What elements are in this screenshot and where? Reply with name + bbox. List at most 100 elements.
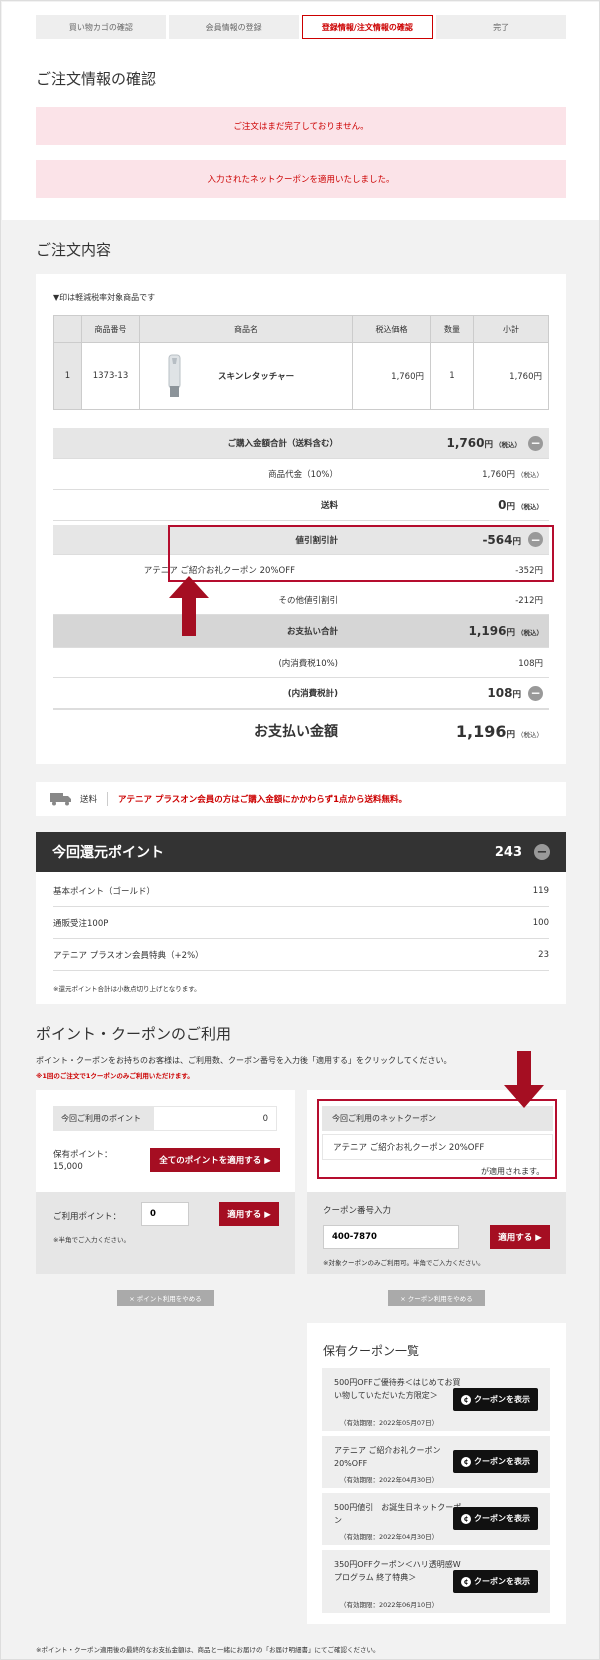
arrow-up-icon — [169, 576, 209, 636]
alert-not-complete: ご注文はまだ完了しておりません。 — [36, 107, 566, 145]
coupon-name: 500円値引 お誕生日ネットクーポン — [334, 1503, 462, 1525]
use-description: ポイント・クーポンをお持ちのお客様は、ご利用数、クーポン番号を入力後「適用する」… — [36, 1056, 452, 1065]
collapse-icon[interactable]: − — [534, 844, 550, 860]
purchase-total-row: ご購入金額合計（送料含む） 1,760円 （税込） − — [53, 428, 549, 459]
tax-total-value: 108 — [487, 686, 513, 700]
row-code: 1373-13 — [81, 342, 140, 410]
row-product: スキンレタッチャー — [139, 342, 353, 410]
use-point-label: ご利用ポイント： — [53, 1212, 122, 1222]
product-image[interactable] — [160, 352, 190, 400]
step-member: 会員情報の登録 — [168, 15, 299, 39]
table-header-row: 商品番号 商品名 税込価格 数量 小計 — [53, 315, 549, 343]
row-price: 1,760円 — [352, 342, 431, 410]
col-name: 商品名 — [139, 315, 353, 343]
alert-coupon-applied: 入力されたネットクーポンを適用いたしました。 — [36, 160, 566, 198]
shipping-info-bar: 送料 アテニア プラスオン会員の方はご購入金額にかかわらず1点から送料無料。 — [36, 782, 566, 816]
coupon-icon: ¢ — [461, 1394, 471, 1405]
coupon-name: 500円OFFご優待券＜はじめてお買い物していただいた方限定＞ — [334, 1378, 461, 1400]
coupon-name: 350円OFFクーポン＜ハリ透明感Wプログラム 終了特典＞ — [334, 1560, 461, 1582]
coupon-date: （有効期限：2022年04月30日） — [340, 1476, 439, 1484]
points-total: 243 — [494, 844, 522, 860]
tax10-value: 108円 — [518, 658, 543, 669]
goods-row: 商品代金（10%） 1,760円 （税込） — [53, 459, 549, 490]
row-qty: 1 — [430, 342, 474, 410]
pay-total-value: 1,196 — [468, 624, 507, 638]
use-title: ポイント・クーポンのご利用 — [36, 1025, 232, 1043]
other-discount-value: -212円 — [515, 595, 543, 606]
half-width-note: ※半角でご入力ください。 — [53, 1236, 130, 1244]
order-table: 商品番号 商品名 税込価格 数量 小計 1 1373-13 スキンレタッチャー … — [53, 315, 549, 410]
page-title: ご注文情報の確認 — [36, 70, 157, 88]
use-point-input[interactable] — [141, 1202, 189, 1226]
held-point-value: 15,000 — [53, 1162, 83, 1172]
amount-value: 1,196 — [455, 721, 507, 741]
page-frame: 買い物カゴの確認 会員情報の登録 登録情報/注文情報の確認 完了 ご注文情報の確… — [0, 0, 600, 1660]
pay-total-row: お支払い合計 1,196円 （税込） — [53, 615, 549, 648]
coupon-icon: ¢ — [461, 1456, 471, 1467]
held-point-label: 保有ポイント： — [53, 1150, 113, 1160]
current-point-value: 0 — [153, 1106, 277, 1131]
coupon-date: （有効期限：2022年06月10日） — [340, 1601, 439, 1609]
apply-coupon-button[interactable]: 適用する ▶ — [490, 1225, 550, 1249]
highlight-box-coupon — [317, 1099, 557, 1179]
collapse-icon[interactable]: − — [528, 685, 543, 701]
row-index: 1 — [53, 342, 82, 410]
truck-icon — [50, 793, 71, 806]
tax-note: ▼印は軽減税率対象商品です — [53, 293, 156, 302]
other-discount-row: その他値引割引 -212円 — [53, 585, 549, 615]
tax10-row: (内消費税10%) 108円 — [53, 648, 549, 678]
shipping-row: 送料 0円 （税込） — [53, 490, 549, 521]
held-coupons-title: 保有クーポン一覧 — [323, 1344, 420, 1358]
coupon-input-note: ※対象クーポンのみご利用可。半角でご入力ください。 — [323, 1259, 485, 1267]
highlight-box-discount — [168, 525, 554, 582]
points-title: 今回還元ポイント — [52, 845, 164, 861]
purchase-total-value: 1,760 — [446, 436, 485, 450]
stop-coupon-button[interactable]: × クーポン利用をやめる — [388, 1290, 485, 1306]
col-code: 商品番号 — [81, 315, 140, 343]
coupon-input-label: クーポン番号入力 — [323, 1206, 392, 1216]
stop-point-button[interactable]: × ポイント利用をやめる — [117, 1290, 214, 1306]
goods-value: 1,760円 — [482, 470, 515, 480]
product-name[interactable]: スキンレタッチャー — [218, 370, 294, 382]
row-subtotal: 1,760円 — [473, 342, 549, 410]
use-warning: ※1回のご注文で1クーポンのみご利用いただけます。 — [36, 1072, 194, 1080]
apply-all-points-button[interactable]: 全てのポイントを適用する ▶ — [150, 1148, 280, 1172]
col-qty: 数量 — [430, 315, 474, 343]
coupon-date: （有効期限：2022年05月07日） — [340, 1419, 439, 1427]
shipping-free-text: アテニア プラスオン会員の方はご購入金額にかかわらず1点から送料無料。 — [118, 795, 408, 805]
coupon-item: アテニア ご紹介お礼クーポン 20%OFF （有効期限：2022年04月30日）… — [322, 1436, 550, 1488]
show-coupon-button[interactable]: ¢ クーポンを表示 — [453, 1570, 538, 1593]
col-price: 税込価格 — [352, 315, 431, 343]
list-item: アテニア プラスオン会員特典（+2%） 23 — [53, 939, 549, 971]
col-subtotal: 小計 — [473, 315, 549, 343]
coupon-item: 500円OFFご優待券＜はじめてお買い物していただいた方限定＞ （有効期限：20… — [322, 1368, 550, 1431]
list-item: 基本ポイント（ゴールド） 119 — [53, 875, 549, 907]
show-coupon-button[interactable]: ¢ クーポンを表示 — [453, 1388, 538, 1411]
collapse-icon[interactable]: − — [528, 435, 543, 451]
points-note: ※還元ポイント合計は小数点切り上げとなります。 — [53, 985, 201, 993]
coupon-icon: ¢ — [461, 1576, 471, 1587]
footer-note: ※ポイント・クーポン適用後の最終的なお支払金額は、商品と一緒にお届けの「お届け明… — [36, 1646, 380, 1654]
points-header: 今回還元ポイント 243 − — [36, 832, 566, 872]
amount-row: お支払い金額 1,196円 （税込） — [254, 721, 543, 741]
coupon-icon: ¢ — [461, 1513, 471, 1524]
current-point-label: 今回ご利用のポイント — [53, 1106, 153, 1131]
progress-steps: 買い物カゴの確認 会員情報の登録 登録情報/注文情報の確認 完了 — [36, 15, 566, 39]
apply-point-button[interactable]: 適用する ▶ — [219, 1202, 279, 1226]
show-coupon-button[interactable]: ¢ クーポンを表示 — [453, 1450, 538, 1473]
order-title: ご注文内容 — [36, 241, 112, 259]
shipping-label: 送料 — [80, 795, 98, 805]
step-cart: 買い物カゴの確認 — [36, 15, 166, 39]
col-index — [53, 315, 82, 343]
list-item: 通販受注100P 100 — [53, 907, 549, 939]
coupon-number-input[interactable] — [323, 1225, 459, 1249]
coupon-item: 350円OFFクーポン＜ハリ透明感Wプログラム 終了特典＞ （有効期限：2022… — [322, 1550, 550, 1613]
coupon-date: （有効期限：2022年04月30日） — [340, 1533, 439, 1541]
step-complete: 完了 — [436, 15, 566, 39]
arrow-down-icon — [504, 1051, 544, 1108]
coupon-name: アテニア ご紹介お礼クーポン 20%OFF — [334, 1446, 441, 1468]
table-row: 1 1373-13 スキンレタッチャー 1,760円 1 1,760円 — [53, 342, 549, 410]
tax-total-row: (内消費税計) 108円 − — [53, 678, 549, 710]
show-coupon-button[interactable]: ¢ クーポンを表示 — [453, 1507, 538, 1530]
step-confirm: 登録情報/注文情報の確認 — [301, 15, 434, 39]
